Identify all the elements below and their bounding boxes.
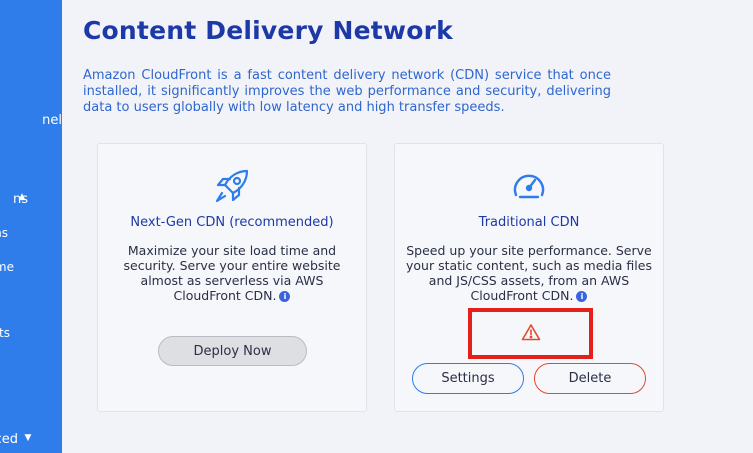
- info-icon[interactable]: i: [279, 291, 291, 302]
- sidebar-item-label: nel: [42, 113, 62, 128]
- next-gen-cdn-card: Next-Gen CDN (recommended) Maximize your…: [97, 143, 367, 412]
- deploy-now-button[interactable]: Deploy Now: [158, 336, 307, 366]
- card-description: Speed up your site performance. Serve yo…: [406, 243, 652, 303]
- info-icon[interactable]: i: [576, 291, 588, 302]
- page-title: Content Delivery Network: [83, 16, 453, 45]
- sidebar-subitem-3[interactable]: ts: [0, 326, 10, 340]
- traditional-cdn-card: Traditional CDN Speed up your site perfo…: [394, 143, 664, 412]
- sidebar-item-label: ts: [0, 326, 10, 340]
- sidebar: nel ns ▲ ns me ts ced ▼: [0, 0, 62, 453]
- settings-button[interactable]: Settings: [412, 363, 524, 394]
- warning-highlight-box[interactable]: [468, 308, 593, 359]
- speedometer-icon: [511, 170, 547, 204]
- sidebar-item-panel[interactable]: nel: [42, 113, 62, 128]
- caret-down-icon[interactable]: ▼: [21, 433, 35, 443]
- main-content: Content Delivery Network Amazon CloudFro…: [62, 0, 753, 453]
- sidebar-subitem-1[interactable]: ns: [0, 226, 8, 240]
- caret-up-icon[interactable]: ▲: [15, 192, 29, 202]
- sidebar-item-label: me: [0, 260, 14, 274]
- page-description: Amazon CloudFront is a fast content deli…: [83, 68, 611, 115]
- sidebar-subitem-2[interactable]: me: [0, 260, 14, 274]
- sidebar-item-advanced[interactable]: ced: [0, 432, 18, 447]
- warning-icon[interactable]: [521, 323, 541, 345]
- card-description: Maximize your site load time and securit…: [123, 243, 341, 303]
- rocket-icon: [213, 167, 251, 209]
- delete-button[interactable]: Delete: [534, 363, 646, 394]
- card-title: Traditional CDN: [478, 215, 580, 230]
- sidebar-item-label: ced: [0, 432, 18, 447]
- card-title: Next-Gen CDN (recommended): [130, 215, 334, 230]
- sidebar-item-label: ns: [0, 226, 8, 240]
